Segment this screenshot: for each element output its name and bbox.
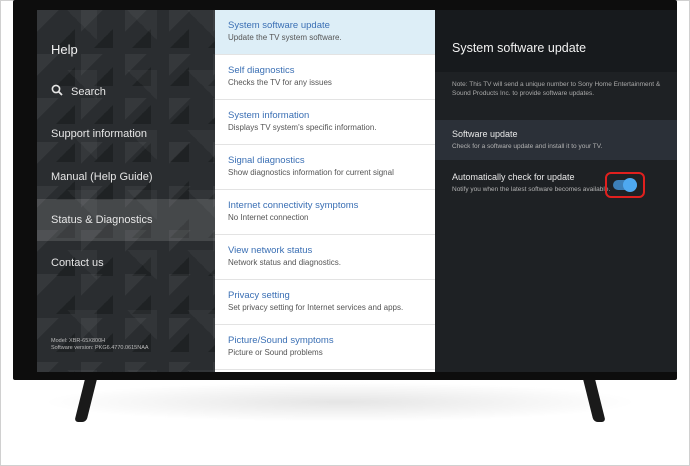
- list-item-signal-diagnostics[interactable]: Signal diagnostics Show diagnostics info…: [215, 145, 435, 190]
- list-item-subtitle: Show diagnostics information for current…: [228, 168, 394, 177]
- model-line: Model: XBR-65X800H: [51, 338, 106, 344]
- help-sidebar: Help Search Support information Manual (…: [37, 10, 215, 372]
- list-item-system-software-update[interactable]: System software update Update the TV sys…: [215, 10, 435, 55]
- diagnostics-list: System software update Update the TV sys…: [215, 10, 435, 372]
- list-item-subtitle: Network status and diagnostics.: [228, 258, 341, 267]
- list-item-title: Privacy setting: [228, 290, 290, 301]
- software-update-option[interactable]: Software update Check for a software upd…: [435, 120, 677, 160]
- list-item-internet-connectivity-symptoms[interactable]: Internet connectivity symptoms No Intern…: [215, 190, 435, 235]
- list-item-subtitle: No Internet connection: [228, 213, 309, 222]
- software-update-subtitle: Check for a software update and install …: [452, 143, 603, 150]
- help-title: Help: [51, 42, 78, 57]
- tv-bezel: Help Search Support information Manual (…: [13, 0, 677, 380]
- list-item-subtitle: Set privacy setting for Internet service…: [228, 303, 404, 312]
- software-update-title: Software update: [452, 129, 518, 139]
- list-item-subtitle: Displays TV system's specific informatio…: [228, 123, 377, 132]
- search-label: Search: [71, 85, 106, 98]
- list-item-subtitle: Checks the TV for any issues: [228, 78, 332, 87]
- list-item-system-information[interactable]: System information Displays TV system's …: [215, 100, 435, 145]
- tv-screen: Help Search Support information Manual (…: [37, 10, 677, 372]
- list-item-picture-sound-symptoms[interactable]: Picture/Sound symptoms Picture or Sound …: [215, 325, 435, 370]
- detail-note: Note: This TV will send a unique number …: [452, 81, 661, 97]
- list-item-title: Self diagnostics: [228, 65, 295, 76]
- list-item-title: Internet connectivity symptoms: [228, 200, 359, 211]
- sidebar-item-label: Contact us: [51, 257, 104, 269]
- list-item-title: Signal diagnostics: [228, 155, 305, 166]
- list-item-self-diagnostics[interactable]: Self diagnostics Checks the TV for any i…: [215, 55, 435, 100]
- list-item-title: System software update: [228, 20, 330, 31]
- list-item-subtitle: Picture or Sound problems: [228, 348, 323, 357]
- search-menu-item[interactable]: Search: [51, 84, 106, 99]
- sidebar-item-label: Support information: [51, 128, 147, 140]
- detail-title: System software update: [452, 41, 587, 55]
- list-item-title: Picture/Sound symptoms: [228, 335, 334, 346]
- list-item-title: View network status: [228, 245, 313, 256]
- software-version-line: Software version: PKG6.4770.0615NAA: [51, 345, 149, 351]
- sidebar-item-label: Manual (Help Guide): [51, 171, 153, 183]
- list-item-subtitle: Update the TV system software.: [228, 33, 342, 42]
- model-info: Model: XBR-65X800H Software version: PKG…: [51, 338, 149, 352]
- sidebar-item-manual-help-guide[interactable]: Manual (Help Guide): [37, 156, 215, 198]
- search-icon: [51, 84, 71, 99]
- sidebar-item-label: Status & Diagnostics: [51, 214, 153, 226]
- list-item-title: System information: [228, 110, 310, 121]
- auto-check-subtitle: Notify you when the latest software beco…: [452, 186, 611, 193]
- list-item-view-network-status[interactable]: View network status Network status and d…: [215, 235, 435, 280]
- sidebar-item-support-information[interactable]: Support information: [37, 113, 215, 155]
- list-item-privacy-setting[interactable]: Privacy setting Set privacy setting for …: [215, 280, 435, 325]
- detail-panel: System software update Note: This TV wil…: [435, 10, 677, 372]
- sidebar-item-status-diagnostics[interactable]: Status & Diagnostics: [37, 199, 215, 241]
- sidebar-item-contact-us[interactable]: Contact us: [37, 242, 215, 284]
- toggle-knob[interactable]: [623, 178, 637, 192]
- detail-header: System software update: [435, 10, 677, 72]
- floor-shadow: [40, 382, 640, 422]
- auto-check-title: Automatically check for update: [452, 172, 575, 182]
